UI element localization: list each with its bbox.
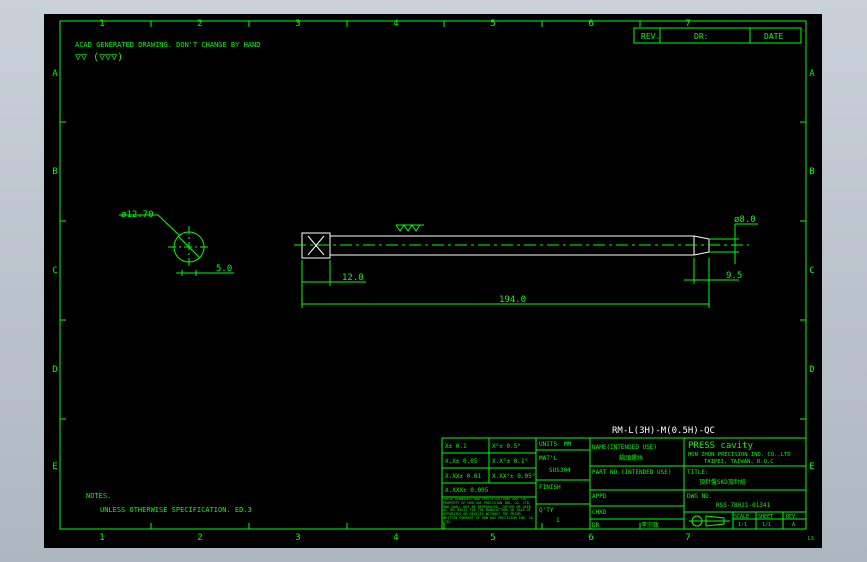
- dim-diameter-head: ø12.70: [121, 210, 154, 220]
- company-line-2: TAIPEI, TAIWAN, R.O.C: [704, 459, 774, 465]
- col-label-6: 6: [588, 19, 593, 29]
- col-label-5-bottom: 5: [490, 533, 495, 543]
- rev-header: REV.: [641, 32, 660, 41]
- row-label-e-right: E: [809, 462, 814, 472]
- dwg-value: RSS-78021-01341: [716, 502, 771, 509]
- dim-total-length: 194.0: [499, 295, 526, 305]
- notes-line: UNLESS OTHERWISE SPECIFICATION. ED.3: [100, 506, 252, 514]
- tol-2a: X.X± 0.05: [445, 458, 478, 465]
- qty-value: 1: [556, 517, 560, 524]
- dwg-label: DWG NO.: [687, 493, 712, 500]
- dim-head-side: 5.0: [216, 264, 232, 274]
- col-label-2: 2: [197, 19, 202, 29]
- surface-finish-symbol: [395, 224, 421, 232]
- dim-diameter-tip: ø8.0: [734, 215, 756, 225]
- appd-label: APPD: [592, 493, 607, 500]
- qty-label: Q'TY: [539, 507, 554, 514]
- col-label-7: 7: [685, 19, 690, 29]
- col-label-1-bottom: 1: [99, 533, 104, 543]
- units-label: UNITS: [539, 441, 557, 448]
- col-label-7-bottom: 7: [685, 533, 690, 543]
- col-label-2-bottom: 2: [197, 533, 202, 543]
- tol-1a: X± 0.1: [445, 443, 467, 450]
- dim-front-length: 12.0: [342, 273, 364, 283]
- dr-value: 李宗政: [641, 521, 659, 529]
- warning-text: THESE DRAWINGS AND SPECIFICATIONS ARE TH…: [443, 498, 535, 524]
- dim-tip-length: 9.5: [726, 271, 742, 281]
- scale-label: SCALE: [734, 514, 749, 520]
- col-label-4-bottom: 4: [393, 533, 398, 543]
- surface-symbol-note: ▽▽ (▽▽▽): [75, 52, 123, 63]
- company-logo: PRESS cavity: [688, 441, 754, 451]
- zone-labels: 1 2 3 4 5 6 7 1 2 3 4 5 6 7 A B C D E A …: [52, 19, 815, 543]
- date-header: DATE: [764, 32, 783, 41]
- row-label-d-right: D: [809, 365, 814, 375]
- tol-3a: X.XX± 0.01: [445, 473, 482, 480]
- tip-dimensions: [684, 223, 758, 284]
- units-value: MM: [564, 441, 572, 448]
- row-label-b: B: [52, 167, 57, 177]
- col-label-5: 5: [490, 19, 495, 29]
- title-label: TITLE:: [687, 469, 709, 476]
- name-value: 鍋頭螺絲: [619, 454, 643, 462]
- drawing-canvas: 1 2 3 4 5 6 7 1 2 3 4 5 6 7 A B C D E A …: [52, 19, 815, 543]
- rev-value: A: [792, 522, 795, 528]
- matl-value: SUS304: [549, 467, 571, 474]
- rev-label: REV.: [786, 514, 798, 520]
- col-label-3: 3: [295, 19, 300, 29]
- name-column: NAME(INTENDED USE) 鍋頭螺絲 PART NO.(INTENDE…: [592, 444, 671, 529]
- drawing-sheet: 1 2 3 4 5 6 7 1 2 3 4 5 6 7 A B C D E A …: [44, 14, 822, 548]
- sheet-value: 1/1: [762, 522, 771, 528]
- row-label-c-right: C: [809, 266, 814, 276]
- corner-mark: LS: [808, 536, 814, 542]
- row-label-d: D: [52, 365, 57, 375]
- scale-value: 1:1: [738, 522, 747, 528]
- col-label-6-bottom: 6: [588, 533, 593, 543]
- sheet-label: SHEET: [758, 514, 773, 520]
- tol-4a: X.XXX± 0.005: [445, 487, 489, 494]
- row-label-a-right: A: [809, 69, 815, 79]
- notes-heading: NOTES.: [86, 492, 111, 500]
- company-column: PRESS cavity HON ZHUN PRECISION IND. CO.…: [687, 441, 798, 528]
- row-label-b-right: B: [809, 167, 814, 177]
- finish-label: FINISH: [539, 484, 561, 491]
- tol-2b: X.X°± 0.1°: [492, 458, 528, 465]
- chkd-label: CHKD: [592, 509, 607, 516]
- dr-header: DR:: [694, 32, 708, 41]
- name-label: NAME(INTENDED USE): [592, 444, 657, 451]
- row-label-e: E: [52, 462, 57, 472]
- matl-label: MAT'L: [539, 455, 557, 462]
- note-top: ACAD GENERATED DRAWING. DON'T CHANGE BY …: [75, 41, 260, 49]
- spec-column: UNITS MM MAT'L SUS304 FINISH Q'TY 1: [539, 441, 572, 524]
- title-value: 頂針盤SKD頂針組: [699, 478, 746, 486]
- part-title: RM-L(3H)-M(0.5H)-QC: [612, 426, 715, 436]
- part-no-label: PART NO.(INTENDED USE): [592, 469, 671, 476]
- company-line-1: HON ZHUN PRECISION IND. CO.,LTD: [688, 452, 791, 458]
- dr-label: DR: [592, 522, 600, 529]
- col-label-4: 4: [393, 19, 398, 29]
- col-label-3-bottom: 3: [295, 533, 300, 543]
- row-label-a: A: [52, 69, 58, 79]
- tol-1b: X°± 0.5°: [492, 443, 521, 450]
- tol-3b: X.XX°± 0.05°: [492, 473, 535, 480]
- col-label-1: 1: [99, 19, 104, 29]
- row-label-c: C: [52, 266, 57, 276]
